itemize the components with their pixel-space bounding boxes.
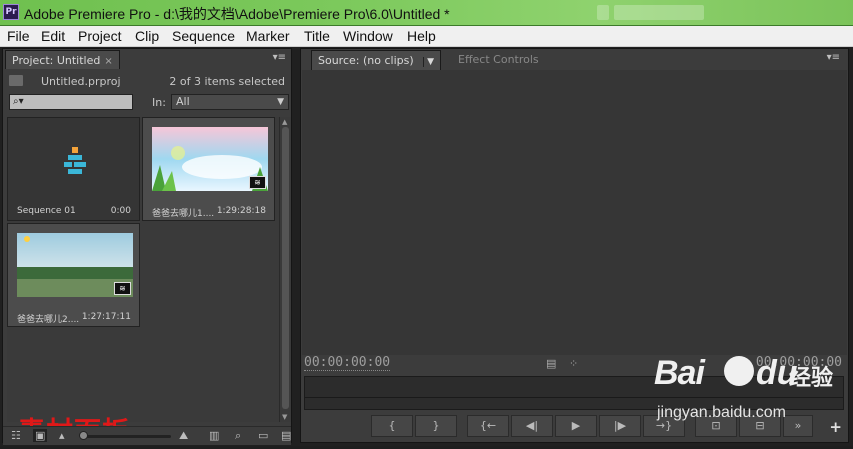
project-item-sequence[interactable]: Sequence 01 0:00 [7, 117, 140, 221]
new-bin-icon[interactable]: ▭ [258, 429, 268, 442]
timecode-in[interactable]: 00:00:00:00 [304, 355, 391, 371]
automate-sequence-icon[interactable]: ▥ [209, 429, 219, 442]
find-icon[interactable]: ⌕ [235, 429, 241, 443]
zoom-out-icon[interactable]: ▴ [59, 429, 65, 442]
menu-edit[interactable]: Edit [41, 28, 65, 44]
step-forward-button[interactable]: |▶ [599, 415, 641, 437]
window-title-bar: Pr Adobe Premiere Pro - d:\我的文档\Adobe\Pr… [0, 0, 853, 26]
project-item-clip1[interactable]: ≋ 爸爸去哪儿1.... 1:29:28:18 [142, 117, 275, 221]
icon-view-icon[interactable]: ▣ [33, 429, 48, 442]
go-to-in-button[interactable]: {← [467, 415, 509, 437]
menu-marker[interactable]: Marker [246, 28, 290, 44]
project-scrollbar[interactable]: ▲ ▼ [279, 117, 291, 422]
audio-icon: ≋ [114, 282, 131, 295]
watermark-url: jingyan.baidu.com [657, 404, 786, 421]
item-duration: 1:29:28:18 [216, 206, 266, 216]
menu-clip[interactable]: Clip [135, 28, 159, 44]
scroll-down-icon[interactable]: ▼ [282, 413, 287, 421]
premiere-app-icon: Pr [3, 4, 19, 20]
scroll-thumb[interactable] [282, 127, 289, 409]
mark-out-button[interactable]: } [415, 415, 457, 437]
mark-in-button[interactable]: { [371, 415, 413, 437]
watermark-cn: 经验 [789, 366, 834, 391]
watermark-brand: Bai [654, 354, 705, 392]
menu-window[interactable]: Window [343, 28, 393, 44]
monitor-viewport [302, 70, 847, 355]
sequence-icon [64, 147, 86, 174]
project-toolbar: ☷ ▣ ▴ ⛰ ▥ ⌕ ▭ ▤ [3, 426, 291, 445]
step-back-button[interactable]: ◀| [511, 415, 553, 437]
audio-waveform-icon[interactable]: ⁘ [569, 357, 578, 370]
project-item-clip2[interactable]: ≋ 爸爸去哪儿2.... 1:27:17:11 [7, 223, 140, 327]
search-input[interactable]: ⌕▾ [9, 94, 133, 110]
tab-project-label: Project: Untitled [12, 54, 101, 67]
project-items-grid: Sequence 01 0:00 ≋ 爸爸去哪儿1.... 1:29:28:18 [7, 117, 279, 448]
chevron-down-icon[interactable]: ▼ [423, 57, 435, 67]
panel-menu-icon[interactable]: ▾≡ [827, 52, 840, 63]
tab-project[interactable]: Project: Untitled × [5, 50, 120, 70]
project-panel: Project: Untitled × ▾≡ Untitled.prproj 2 … [2, 48, 292, 448]
item-name: Sequence 01 [17, 206, 76, 216]
tab-source[interactable]: Source: (no clips) ▼ [311, 50, 442, 70]
taskbar-ghost-icon [597, 5, 609, 20]
menu-project[interactable]: Project [78, 28, 122, 44]
close-icon[interactable]: × [104, 56, 112, 67]
list-view-icon[interactable]: ☷ [11, 429, 21, 442]
scroll-up-icon[interactable]: ▲ [282, 118, 287, 126]
new-item-icon[interactable]: ▤ [281, 429, 291, 442]
selection-status: 2 of 3 items selected [169, 75, 285, 88]
project-file-name: Untitled.prproj [41, 75, 121, 88]
window-title: Adobe Premiere Pro - d:\我的文档\Adobe\Premi… [24, 6, 450, 22]
audio-icon: ≋ [249, 176, 266, 189]
in-filter-value: All [176, 95, 190, 108]
play-button[interactable]: ▶ [555, 415, 597, 437]
menu-help[interactable]: Help [407, 28, 436, 44]
menu-sequence[interactable]: Sequence [172, 28, 235, 44]
paw-icon [724, 356, 754, 386]
zoom-slider-track[interactable] [83, 435, 171, 438]
menu-title[interactable]: Title [304, 28, 330, 44]
item-duration: 0:00 [110, 206, 131, 216]
in-label: In: [152, 96, 166, 109]
item-duration: 1:27:17:11 [81, 312, 131, 322]
tab-effect-controls[interactable]: Effect Controls [452, 50, 545, 70]
folder-icon [9, 75, 23, 86]
item-name: 爸爸去哪儿2.... [17, 315, 80, 325]
menu-bar: File Edit Project Clip Sequence Marker T… [0, 26, 853, 47]
tab-source-label: Source: (no clips) [318, 54, 414, 67]
zoom-in-icon[interactable]: ⛰ [179, 429, 188, 443]
in-filter-select[interactable]: All ▼ [171, 94, 289, 110]
item-name: 爸爸去哪儿1.... [152, 209, 215, 219]
chevron-down-icon: ▼ [277, 97, 284, 107]
panel-menu-icon[interactable]: ▾≡ [273, 52, 286, 63]
taskbar-ghost-item [614, 5, 704, 20]
zoom-slider-knob[interactable] [79, 431, 88, 440]
film-icon[interactable]: ▤ [546, 357, 556, 370]
baidu-watermark: Bai du 经验 jingyan.baidu.com [652, 354, 852, 434]
menu-file[interactable]: File [7, 28, 30, 44]
